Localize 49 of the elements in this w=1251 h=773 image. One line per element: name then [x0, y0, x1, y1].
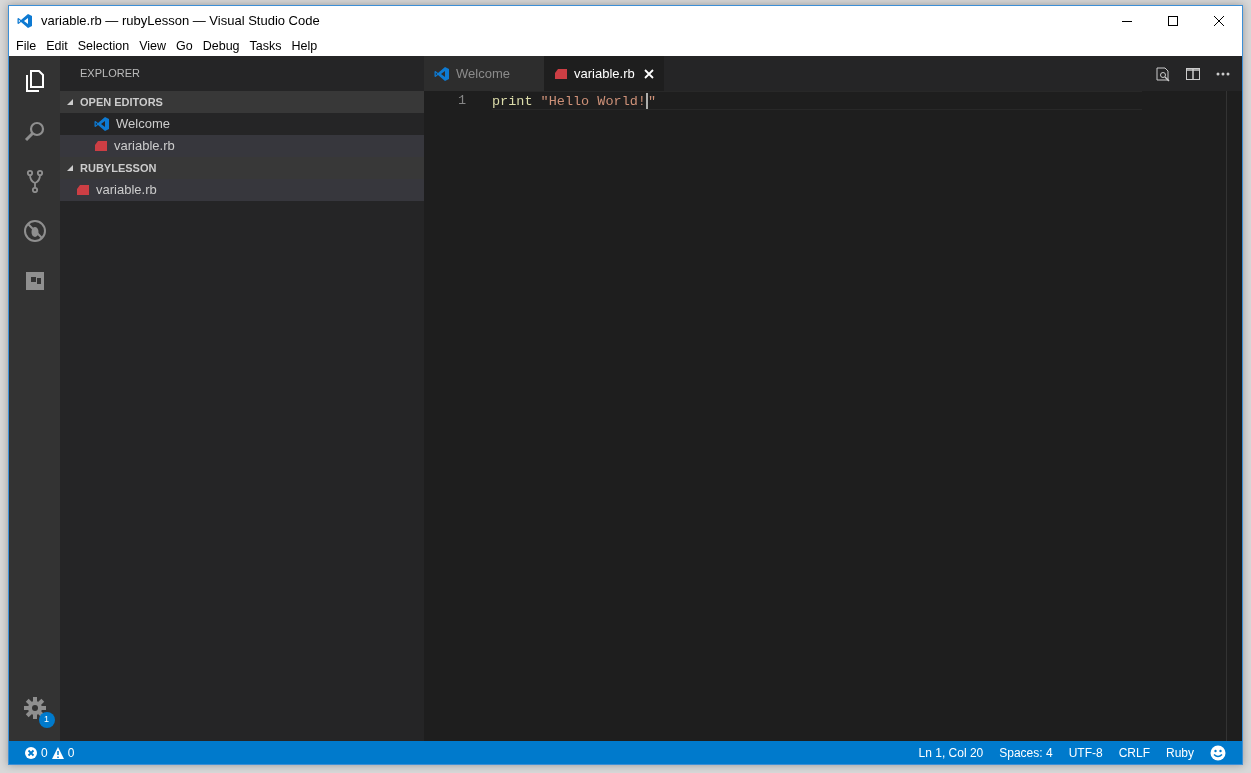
- menu-item[interactable]: Tasks: [244, 36, 287, 56]
- section-header[interactable]: RUBYLESSON: [60, 157, 424, 179]
- window-title: variable.rb — rubyLesson — Visual Studio Code: [41, 12, 320, 31]
- editor-tab[interactable]: Welcome: [424, 56, 544, 91]
- menu-item[interactable]: Go: [171, 36, 198, 56]
- explorer-entry[interactable]: variable.rb: [60, 135, 424, 157]
- menu-item[interactable]: Selection: [72, 36, 135, 56]
- status-item[interactable]: Ruby: [1158, 743, 1202, 762]
- problems-button[interactable]: 0 0: [17, 743, 83, 762]
- vscode-logo-icon: [17, 13, 33, 29]
- warning-count: 0: [67, 744, 75, 762]
- error-count: 0: [41, 744, 48, 762]
- sidebar-title: EXPLORER: [79, 66, 141, 82]
- error-icon: [25, 746, 37, 759]
- menu-item[interactable]: File: [11, 36, 42, 56]
- line-number: 1: [456, 92, 466, 110]
- explorer-entry[interactable]: Welcome: [60, 113, 424, 135]
- settings-icon: [22, 696, 47, 720]
- explorer-entry[interactable]: variable.rb: [60, 179, 424, 201]
- menu-item[interactable]: Edit: [41, 36, 73, 56]
- settings-button[interactable]: 1: [9, 683, 60, 733]
- search-document-icon: [1155, 65, 1171, 82]
- more-icon: [1216, 71, 1230, 76]
- section-header[interactable]: OPEN EDITORS: [60, 91, 424, 113]
- warning-icon: [51, 746, 64, 759]
- search-icon: [22, 119, 47, 143]
- notification-badge: 1: [38, 712, 55, 728]
- editor-tab[interactable]: variable.rb: [544, 56, 664, 91]
- vscode-logo-icon: [94, 116, 110, 132]
- debug-icon: [22, 219, 47, 243]
- close-icon: [644, 68, 654, 79]
- menu-item[interactable]: Help: [286, 36, 323, 56]
- ruby-file-icon: [76, 184, 90, 196]
- ruby-file-icon: [554, 67, 568, 80]
- menu-item[interactable]: View: [134, 36, 171, 56]
- vscode-logo-icon: [434, 65, 450, 82]
- maximize-icon: [1168, 16, 1178, 26]
- status-item[interactable]: Ln 1, Col 20: [910, 743, 992, 762]
- code-line: print "Hello World!": [492, 91, 1142, 110]
- scrollbar-track[interactable]: [1226, 91, 1242, 741]
- ruby-file-icon: [94, 140, 108, 152]
- menu-item[interactable]: Debug: [197, 36, 245, 56]
- status-item[interactable]: Spaces: 4: [991, 743, 1061, 762]
- expanded-triangle-icon: [66, 164, 74, 172]
- close-icon: [1214, 16, 1224, 26]
- status-item[interactable]: CRLF: [1110, 743, 1158, 762]
- split-editor-icon: [1185, 65, 1201, 82]
- expanded-triangle-icon: [66, 98, 74, 106]
- status-item[interactable]: UTF-8: [1060, 743, 1111, 762]
